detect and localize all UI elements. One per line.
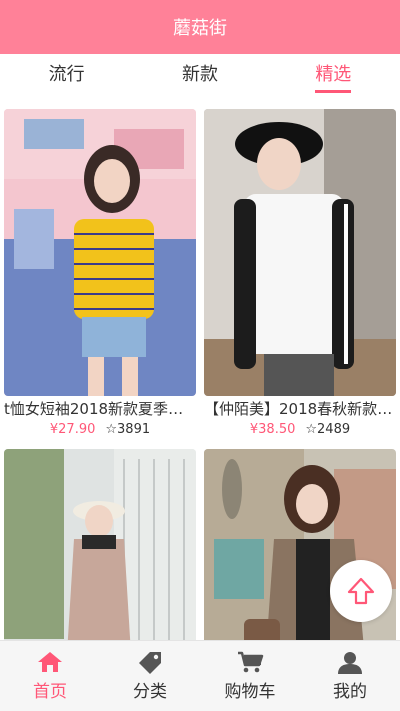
- tab-bar: 首页 分类 购物车 我的: [0, 640, 400, 711]
- goods-price: ¥38.50: [249, 422, 296, 437]
- tab-popular[interactable]: 流行: [0, 54, 133, 102]
- cart-icon: [238, 651, 264, 673]
- tab-label: 流行: [48, 64, 85, 85]
- nav-bar: 蘑菇街: [0, 0, 400, 54]
- tag-icon: [139, 652, 161, 674]
- tab-label: 精选: [315, 63, 352, 93]
- tabbar-item-cart[interactable]: 购物车: [200, 641, 300, 711]
- goods-title: 【仲陌美】2018春秋新款宽松卫衣: [204, 400, 396, 418]
- tabbar-item-category[interactable]: 分类: [100, 641, 200, 711]
- goods-item[interactable]: [4, 449, 196, 640]
- goods-price: ¥27.90: [49, 422, 96, 437]
- back-top-button[interactable]: [330, 560, 392, 622]
- tabbar-label: 我的: [333, 682, 367, 702]
- tabbar-item-home[interactable]: 首页: [0, 641, 100, 711]
- goods-title: t恤女短袖2018新款夏季韩版宽松条纹上衣: [4, 400, 196, 418]
- tab-selected[interactable]: 精选: [267, 54, 400, 102]
- goods-item[interactable]: 【仲陌美】2018春秋新款宽松卫衣 ¥38.50 ☆2489: [204, 109, 396, 439]
- arrow-up-icon: [347, 577, 375, 605]
- goods-image[interactable]: [204, 109, 396, 396]
- goods-image[interactable]: [4, 449, 196, 640]
- home-icon: [38, 652, 62, 672]
- tabbar-item-profile[interactable]: 我的: [300, 641, 400, 711]
- app-title: 蘑菇街: [173, 18, 227, 39]
- tab-new[interactable]: 新款: [133, 54, 266, 102]
- tabbar-label: 分类: [133, 682, 167, 702]
- profile-icon: [338, 652, 362, 674]
- goods-image[interactable]: [4, 109, 196, 396]
- tab-control: 流行 新款 精选: [0, 54, 400, 102]
- goods-item[interactable]: t恤女短袖2018新款夏季韩版宽松条纹上衣 ¥27.90 ☆3891: [4, 109, 196, 439]
- goods-list: t恤女短袖2018新款夏季韩版宽松条纹上衣 ¥27.90 ☆3891 【仲陌美】…: [0, 102, 400, 640]
- goods-collect-count: ☆3891: [105, 422, 151, 437]
- tabbar-label: 购物车: [224, 682, 276, 702]
- tabbar-label: 首页: [33, 682, 67, 702]
- tab-label: 新款: [181, 64, 218, 85]
- goods-collect-count: ☆2489: [305, 422, 351, 437]
